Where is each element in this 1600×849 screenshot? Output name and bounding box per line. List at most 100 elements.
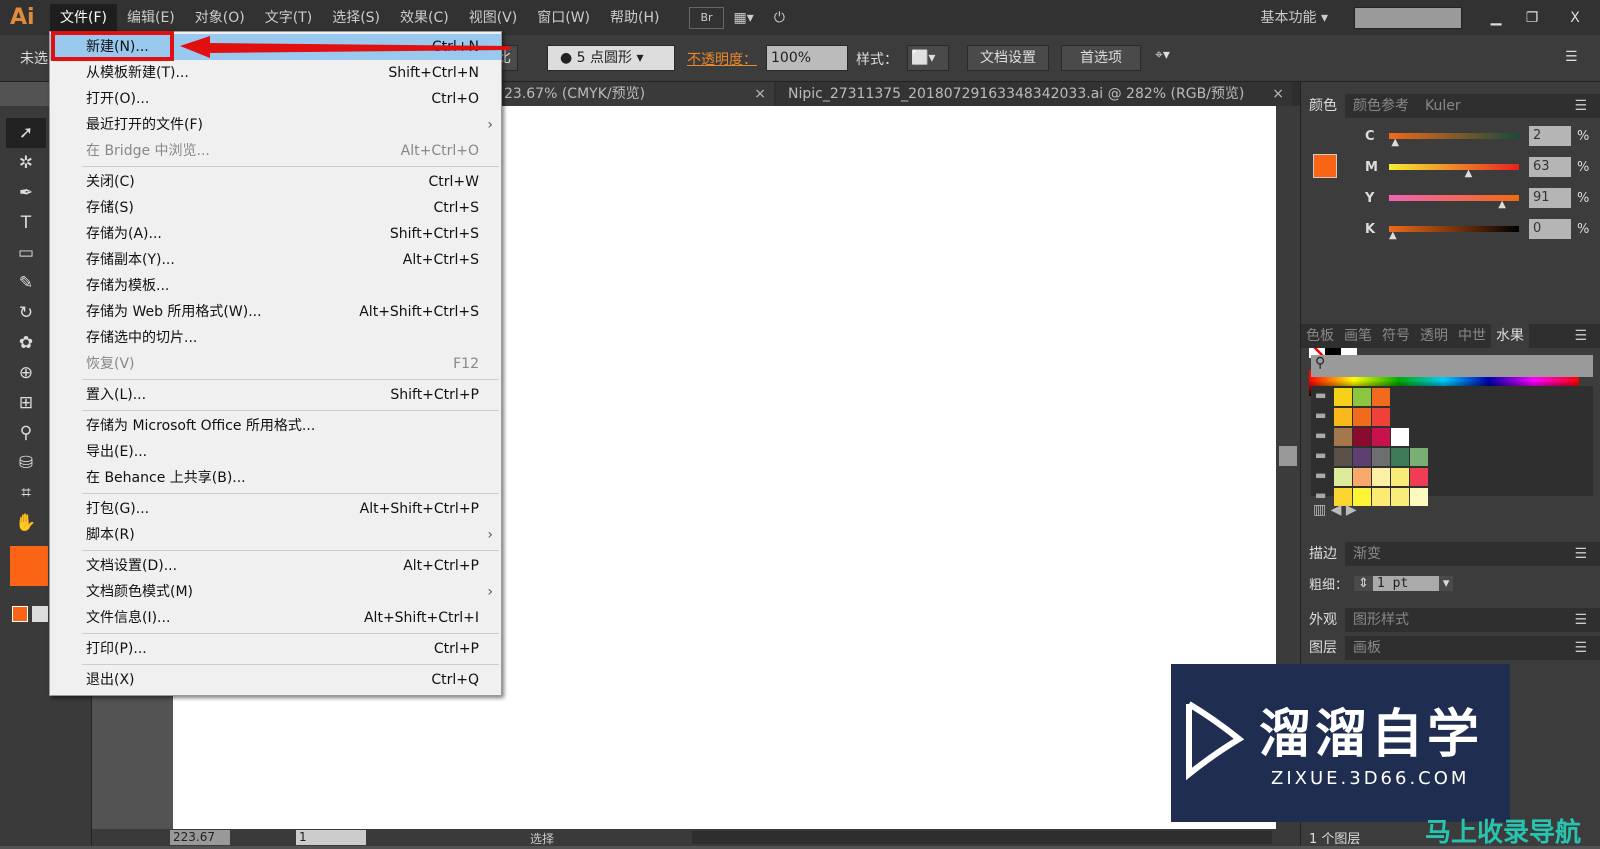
close-button[interactable]: X — [1550, 10, 1600, 26]
swatch[interactable] — [1372, 468, 1390, 486]
tab-swatch-0[interactable]: 色板 — [1301, 324, 1339, 348]
pen-tool-icon[interactable]: ✒ — [6, 178, 46, 208]
menu-item[interactable]: 文件信息(I)... Alt+Shift+Ctrl+I — [50, 605, 501, 631]
channel-value-input[interactable]: 0 — [1529, 219, 1571, 239]
swatch[interactable] — [1391, 428, 1409, 446]
menu-item[interactable]: 存储为(A)... Shift+Ctrl+S — [50, 221, 501, 247]
channel-slider[interactable]: ▲ — [1389, 164, 1519, 179]
artboard-tool-icon[interactable]: ⌗ — [6, 478, 46, 508]
tab-swatch-2[interactable]: 符号 — [1377, 324, 1415, 348]
panel-menu-icon[interactable]: ☰ — [1565, 49, 1578, 65]
tab-kuler[interactable]: Kuler — [1417, 94, 1469, 118]
channel-slider[interactable]: ▲ — [1389, 226, 1519, 241]
tab-swatch-3[interactable]: 透明 — [1415, 324, 1453, 348]
pencil-tool-icon[interactable]: ✎ — [6, 268, 46, 298]
menu-4[interactable]: 选择(S) — [322, 4, 390, 32]
swatch[interactable] — [1372, 408, 1390, 426]
tab-swatch-4[interactable]: 中世 — [1453, 324, 1491, 348]
menu-item[interactable]: 恢复(V) F12 — [50, 351, 501, 377]
menu-item[interactable]: 存储为 Web 所用格式(W)... Alt+Shift+Ctrl+S — [50, 299, 501, 325]
menu-item[interactable]: 存储为 Microsoft Office 所用格式... — [50, 413, 501, 439]
mesh-tool-icon[interactable]: ⊞ — [6, 388, 46, 418]
symbol-sprayer-icon[interactable]: ⛁ — [6, 448, 46, 478]
swatch[interactable] — [1353, 448, 1371, 466]
menu-8[interactable]: 帮助(H) — [600, 4, 669, 32]
swatch[interactable] — [1334, 408, 1352, 426]
sync-icon[interactable]: ⏻ — [764, 4, 795, 32]
type-tool-icon[interactable]: T — [6, 208, 46, 238]
stroke-weight-dropdown[interactable]: ▾ — [1438, 576, 1454, 591]
isolate-icon[interactable]: ⌖▾ — [1155, 47, 1170, 63]
menu-item[interactable]: 关闭(C) Ctrl+W — [50, 169, 501, 195]
tab-appearance[interactable]: 外观 — [1301, 608, 1345, 632]
panel-menu-icon[interactable]: ☰ — [1566, 94, 1595, 118]
swatch[interactable] — [1353, 468, 1371, 486]
minimize-button[interactable]: ▁ — [1478, 10, 1514, 26]
channel-value-input[interactable]: 2 — [1529, 126, 1571, 146]
horizontal-scrollbar[interactable] — [692, 831, 1272, 844]
swatch[interactable] — [1372, 428, 1390, 446]
restore-button[interactable]: ❐ — [1514, 10, 1550, 26]
hand-tool-icon[interactable]: ✋ — [6, 508, 46, 538]
tab-color-guide[interactable]: 颜色参考 — [1345, 94, 1417, 118]
shape-builder-icon[interactable]: ⊕ — [6, 358, 46, 388]
fill-color-swatch[interactable] — [1313, 154, 1337, 178]
menu-item[interactable]: 在 Behance 上共享(B)... — [50, 465, 501, 491]
stroke-weight-stepper[interactable]: ⇕ — [1354, 576, 1373, 591]
swatch[interactable] — [1334, 428, 1352, 446]
tab-artboards[interactable]: 画板 — [1345, 636, 1389, 660]
artboard-number-input[interactable]: 1 — [296, 830, 366, 845]
swatch[interactable] — [1391, 468, 1409, 486]
menu-item[interactable]: 存储(S) Ctrl+S — [50, 195, 501, 221]
swatch[interactable] — [1334, 388, 1352, 406]
magic-wand-icon[interactable]: ✲ — [6, 148, 46, 178]
swatch[interactable] — [1391, 448, 1409, 466]
document-setup-button[interactable]: 文档设置 — [967, 45, 1049, 71]
menu-item[interactable]: 文档设置(D)... Alt+Ctrl+P — [50, 553, 501, 579]
search-input[interactable] — [1354, 6, 1462, 29]
menu-item[interactable]: 置入(L)... Shift+Ctrl+P — [50, 382, 501, 408]
swatch-library-icon[interactable]: ▥ ◀ ▶ — [1313, 502, 1357, 518]
close-tab-icon[interactable]: × — [1272, 82, 1284, 106]
menu-0[interactable]: 文件(F) — [50, 3, 117, 32]
panel-menu-icon[interactable]: ☰ — [1566, 324, 1595, 348]
swatch[interactable] — [1372, 448, 1390, 466]
tab-document-2[interactable]: Nipic_27311375_20180729163348342033.ai @… — [776, 82, 1292, 106]
tab-color[interactable]: 颜色 — [1301, 94, 1345, 118]
brush-select[interactable]: ● 5 点圆形 ▾ — [547, 45, 675, 71]
menu-item[interactable]: 从模板新建(T)... Shift+Ctrl+N — [50, 60, 501, 86]
menu-item[interactable]: 最近打开的文件(F) › — [50, 112, 501, 138]
tab-layers[interactable]: 图层 — [1301, 636, 1345, 660]
bridge-button[interactable]: Br — [689, 6, 724, 29]
menu-item[interactable]: 存储副本(Y)... Alt+Ctrl+S — [50, 247, 501, 273]
rotate-tool-icon[interactable]: ↻ — [6, 298, 46, 328]
warp-tool-icon[interactable]: ✿ — [6, 328, 46, 358]
menu-5[interactable]: 效果(C) — [390, 4, 459, 32]
panel-menu-icon[interactable]: ☰ — [1566, 542, 1595, 566]
close-tab-icon[interactable]: × — [754, 82, 766, 106]
swatch[interactable] — [1353, 388, 1371, 406]
menu-6[interactable]: 视图(V) — [459, 4, 528, 32]
menu-item[interactable]: 导出(E)... — [50, 439, 501, 465]
swatch[interactable] — [1372, 488, 1390, 506]
opacity-input[interactable]: 100% — [766, 45, 848, 71]
menu-7[interactable]: 窗口(W) — [527, 4, 600, 32]
swatch[interactable] — [1410, 448, 1428, 466]
tab-stroke[interactable]: 描边 — [1301, 542, 1345, 566]
menu-item[interactable]: 存储为模板... — [50, 273, 501, 299]
menu-1[interactable]: 编辑(E) — [117, 4, 185, 32]
rectangle-tool-icon[interactable]: ▭ — [6, 238, 46, 268]
menu-item[interactable]: 存储选中的切片... — [50, 325, 501, 351]
channel-slider[interactable]: ▲ — [1389, 133, 1519, 148]
selection-tool-icon[interactable]: ➚ — [6, 118, 46, 148]
fill-swatch[interactable] — [10, 546, 48, 586]
menu-item[interactable]: 打开(O)... Ctrl+O — [50, 86, 501, 112]
menu-item[interactable]: 退出(X) Ctrl+Q — [50, 667, 501, 693]
tab-swatch-1[interactable]: 画笔 — [1339, 324, 1377, 348]
menu-item[interactable]: 打印(P)... Ctrl+P — [50, 636, 501, 662]
eyedropper-icon[interactable]: ⚲ — [6, 418, 46, 448]
menu-item[interactable]: 文档颜色模式(M) › — [50, 579, 501, 605]
stroke-weight-input[interactable]: 1 pt — [1372, 576, 1439, 591]
swatch[interactable] — [1372, 388, 1390, 406]
swatch[interactable] — [1334, 448, 1352, 466]
